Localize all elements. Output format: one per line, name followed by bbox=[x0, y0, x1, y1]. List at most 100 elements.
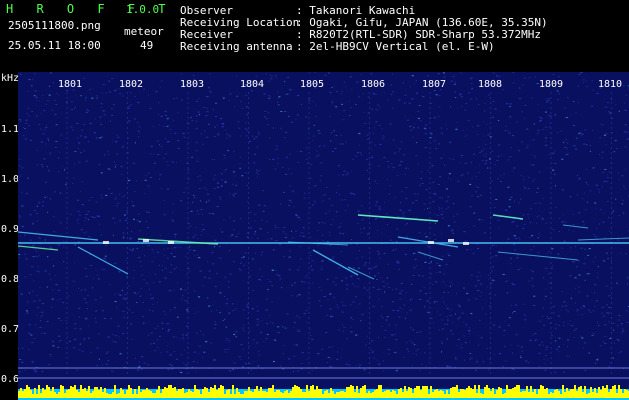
noise-speck bbox=[151, 249, 153, 251]
noise-speck bbox=[278, 97, 279, 99]
noise-speck bbox=[321, 289, 323, 291]
level-bar bbox=[90, 393, 92, 398]
noise-speck bbox=[372, 351, 374, 353]
noise-speck bbox=[421, 363, 423, 365]
noise-speck bbox=[257, 321, 259, 323]
noise-speck bbox=[253, 233, 256, 235]
level-bar bbox=[470, 388, 472, 398]
noise-speck bbox=[41, 205, 44, 207]
noise-speck bbox=[165, 138, 167, 140]
noise-speck bbox=[509, 106, 511, 108]
noise-speck bbox=[424, 306, 426, 308]
noise-speck bbox=[229, 236, 232, 238]
noise-speck bbox=[368, 164, 371, 166]
noise-speck bbox=[293, 327, 295, 329]
noise-speck bbox=[582, 221, 585, 223]
noise-speck bbox=[108, 153, 110, 155]
noise-speck bbox=[486, 348, 488, 350]
noise-speck bbox=[360, 154, 362, 156]
noise-speck bbox=[288, 269, 291, 271]
noise-speck bbox=[565, 154, 568, 155]
noise-speck bbox=[170, 132, 172, 134]
noise-speck bbox=[109, 91, 111, 93]
noise-speck bbox=[582, 347, 584, 349]
noise-speck bbox=[57, 346, 60, 348]
noise-speck bbox=[577, 174, 578, 176]
noise-speck bbox=[432, 283, 433, 285]
noise-speck bbox=[406, 312, 408, 314]
noise-speck bbox=[137, 241, 140, 242]
noise-speck bbox=[367, 96, 369, 98]
noise-speck bbox=[545, 346, 548, 348]
noise-speck bbox=[585, 273, 588, 275]
noise-speck bbox=[53, 265, 55, 267]
noise-speck bbox=[99, 223, 101, 225]
noise-speck bbox=[248, 330, 250, 332]
noise-speck bbox=[288, 256, 289, 258]
noise-speck bbox=[27, 125, 30, 127]
noise-speck bbox=[344, 305, 346, 306]
noise-speck bbox=[575, 148, 578, 150]
noise-speck bbox=[607, 312, 610, 314]
noise-speck bbox=[389, 185, 392, 187]
noise-speck bbox=[107, 360, 110, 361]
noise-speck bbox=[332, 100, 333, 102]
level-bar bbox=[68, 389, 70, 398]
noise-speck bbox=[444, 324, 447, 326]
noise-speck bbox=[208, 270, 211, 272]
noise-speck bbox=[436, 262, 439, 264]
noise-speck bbox=[142, 302, 144, 303]
level-bar bbox=[440, 390, 442, 398]
noise-speck bbox=[163, 199, 165, 201]
noise-speck bbox=[86, 295, 89, 297]
noise-speck bbox=[473, 212, 476, 214]
noise-speck bbox=[246, 184, 248, 186]
noise-speck bbox=[59, 298, 62, 300]
noise-speck bbox=[74, 151, 77, 152]
noise-speck bbox=[388, 166, 390, 168]
noise-speck bbox=[618, 315, 620, 317]
noise-speck bbox=[521, 350, 523, 352]
noise-speck bbox=[207, 200, 210, 202]
noise-speck bbox=[100, 194, 102, 196]
noise-speck bbox=[358, 151, 360, 153]
noise-speck bbox=[606, 252, 608, 254]
noise-speck bbox=[225, 129, 227, 131]
noise-speck bbox=[221, 126, 224, 128]
noise-speck bbox=[391, 334, 394, 336]
noise-speck bbox=[170, 253, 173, 255]
noise-speck bbox=[338, 174, 340, 176]
noise-speck bbox=[229, 273, 232, 275]
noise-speck bbox=[80, 95, 83, 97]
noise-speck bbox=[36, 213, 39, 214]
noise-speck bbox=[552, 169, 555, 171]
noise-speck bbox=[519, 87, 521, 89]
noise-speck bbox=[369, 295, 371, 297]
noise-speck bbox=[197, 213, 199, 215]
noise-speck bbox=[49, 85, 50, 87]
noise-speck bbox=[192, 74, 195, 76]
level-bar bbox=[568, 391, 570, 398]
noise-speck bbox=[558, 324, 560, 326]
noise-speck bbox=[311, 204, 314, 206]
noise-speck bbox=[484, 102, 486, 104]
noise-speck bbox=[331, 346, 333, 348]
noise-speck bbox=[538, 320, 541, 322]
noise-speck bbox=[39, 271, 40, 273]
noise-speck bbox=[63, 246, 65, 248]
noise-speck bbox=[479, 295, 481, 297]
noise-speck bbox=[214, 239, 217, 241]
noise-speck bbox=[287, 115, 290, 117]
noise-speck bbox=[241, 175, 244, 177]
noise-speck bbox=[154, 273, 157, 275]
noise-speck bbox=[139, 230, 141, 232]
noise-speck bbox=[158, 335, 161, 337]
noise-speck bbox=[470, 274, 473, 276]
noise-speck bbox=[563, 240, 566, 242]
noise-speck bbox=[68, 340, 71, 342]
level-bar bbox=[556, 389, 558, 398]
noise-speck bbox=[233, 333, 236, 335]
level-bar bbox=[280, 392, 282, 398]
level-bar bbox=[350, 385, 352, 398]
noise-speck bbox=[366, 335, 368, 337]
